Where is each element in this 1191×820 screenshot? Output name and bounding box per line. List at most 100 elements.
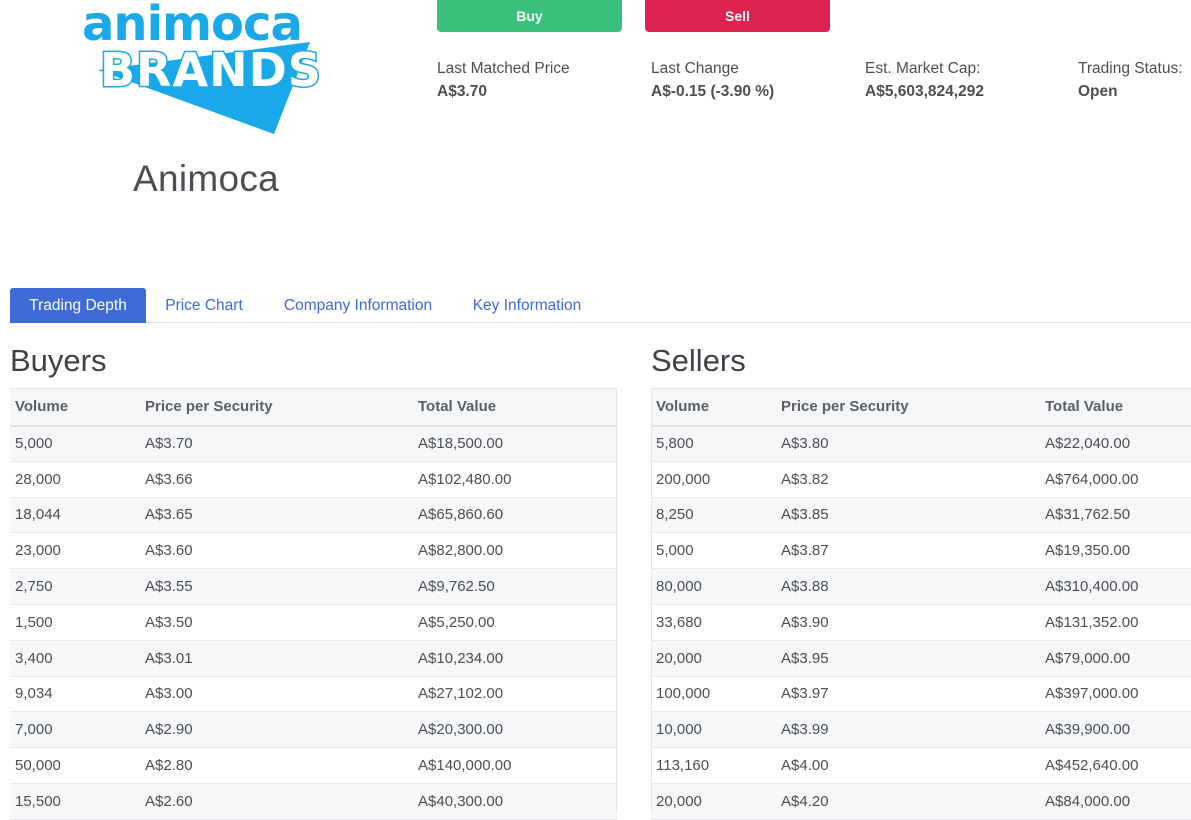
sellers-title: Sellers	[651, 343, 746, 378]
total-value-cell: A$5,250.00	[413, 604, 617, 641]
table-row: 100,000 A$3.97 A$397,000.00	[651, 676, 1191, 713]
stat-market-cap: Est. Market Cap: A$5,603,824,292	[865, 60, 984, 101]
price-cell: A$3.97	[776, 676, 1040, 713]
total-value-cell: A$82,800.00	[413, 532, 617, 570]
table-row: 113,160 A$4.00 A$452,640.00	[651, 747, 1191, 784]
tab-key-information[interactable]: Key Information	[460, 288, 594, 323]
volume-cell: 18,044	[10, 497, 140, 534]
table-row: 80,000 A$3.88 A$310,400.00	[651, 568, 1191, 605]
price-cell: A$3.88	[776, 568, 1040, 605]
price-cell: A$3.50	[140, 604, 413, 641]
tab-company-information[interactable]: Company Information	[268, 288, 448, 323]
table-row: 5,000 A$3.70 A$18,500.00	[10, 425, 617, 462]
price-cell: A$3.95	[776, 640, 1040, 677]
volume-cell: 8,250	[651, 497, 776, 534]
total-value-cell: A$102,480.00	[413, 461, 617, 498]
price-cell: A$3.70	[140, 425, 413, 462]
total-value-cell: A$84,000.00	[1040, 783, 1191, 820]
company-name: Animoca	[132, 158, 280, 199]
buyers-title: Buyers	[10, 343, 107, 378]
price-cell: A$3.99	[776, 711, 1040, 749]
volume-cell: 5,000	[10, 425, 140, 462]
stat-label: Est. Market Cap:	[865, 60, 981, 77]
volume-cell: 200,000	[651, 461, 776, 498]
volume-cell: 113,160	[651, 747, 776, 784]
table-row: 33,680 A$3.90 A$131,352.00	[651, 604, 1191, 641]
table-row: 28,000 A$3.66 A$102,480.00	[10, 461, 617, 498]
table-row: 3,400 A$3.01 A$10,234.00	[10, 640, 617, 677]
table-row: 50,000 A$2.80 A$140,000.00	[10, 747, 617, 784]
table-row: 8,250 A$3.85 A$31,762.50	[651, 497, 1191, 534]
total-value-cell: A$22,040.00	[1040, 425, 1191, 462]
column-header: Total Value	[413, 388, 617, 427]
total-value-cell: A$31,762.50	[1040, 497, 1191, 534]
price-cell: A$3.55	[140, 568, 413, 605]
column-header: Volume	[651, 388, 776, 427]
table-row: 9,034 A$3.00 A$27,102.00	[10, 676, 617, 713]
table-row: 1,500 A$3.50 A$5,250.00	[10, 604, 617, 641]
table-row: 20,000 A$4.20 A$84,000.00	[651, 783, 1191, 820]
volume-cell: 7,000	[10, 711, 140, 749]
table-header-row: Volume Price per Security Total Value	[10, 388, 617, 427]
stat-last-change: Last Change A$-0.15 (-3.90 %)	[651, 60, 774, 101]
table-row: 2,750 A$3.55 A$9,762.50	[10, 568, 617, 605]
stat-label: Last Matched Price	[437, 60, 570, 77]
stat-label: Trading Status:	[1078, 60, 1183, 77]
tab-price-chart[interactable]: Price Chart	[154, 288, 254, 323]
volume-cell: 23,000	[10, 532, 140, 570]
table-row: 20,000 A$3.95 A$79,000.00	[651, 640, 1191, 677]
price-cell: A$3.87	[776, 532, 1040, 570]
total-value-cell: A$397,000.00	[1040, 676, 1191, 713]
total-value-cell: A$452,640.00	[1040, 747, 1191, 784]
company-logo: animoca BRANDS	[78, 0, 338, 142]
divider	[616, 388, 617, 813]
buy-button[interactable]: Buy	[437, 0, 622, 32]
total-value-cell: A$20,300.00	[413, 711, 617, 749]
price-cell: A$2.80	[140, 747, 413, 784]
price-cell: A$3.66	[140, 461, 413, 498]
total-value-cell: A$10,234.00	[413, 640, 617, 677]
price-cell: A$2.90	[140, 711, 413, 749]
column-header: Volume	[10, 388, 140, 427]
table-row: 18,044 A$3.65 A$65,860.60	[10, 497, 617, 534]
total-value-cell: A$131,352.00	[1040, 604, 1191, 641]
stat-value: A$5,603,824,292	[865, 83, 984, 100]
logo-line-2: BRANDS	[100, 43, 322, 97]
stat-value: A$-0.15 (-3.90 %)	[651, 83, 775, 100]
volume-cell: 1,500	[10, 604, 140, 641]
volume-cell: 2,750	[10, 568, 140, 605]
price-cell: A$3.90	[776, 604, 1040, 641]
divider	[651, 388, 652, 813]
volume-cell: 33,680	[651, 604, 776, 641]
total-value-cell: A$9,762.50	[413, 568, 617, 605]
total-value-cell: A$140,000.00	[413, 747, 617, 784]
price-cell: A$3.65	[140, 497, 413, 534]
tab-bar: Trading Depth Price Chart Company Inform…	[10, 288, 1191, 323]
table-row: 15,500 A$2.60 A$40,300.00	[10, 783, 617, 820]
price-cell: A$3.60	[140, 532, 413, 570]
total-value-cell: A$65,860.60	[413, 497, 617, 534]
price-cell: A$3.85	[776, 497, 1040, 534]
volume-cell: 20,000	[651, 783, 776, 820]
total-value-cell: A$40,300.00	[413, 783, 617, 820]
table-row: 7,000 A$2.90 A$20,300.00	[10, 711, 617, 749]
stat-label: Last Change	[651, 60, 739, 77]
animoca-brands-logo: animoca BRANDS	[82, 0, 322, 134]
sell-button[interactable]: Sell	[645, 0, 830, 32]
table-row: 200,000 A$3.82 A$764,000.00	[651, 461, 1191, 498]
volume-cell: 80,000	[651, 568, 776, 605]
price-cell: A$4.00	[776, 747, 1040, 784]
stat-value: Open	[1078, 83, 1118, 100]
total-value-cell: A$39,900.00	[1040, 711, 1191, 749]
stat-last-matched-price: Last Matched Price A$3.70	[437, 60, 570, 101]
volume-cell: 3,400	[10, 640, 140, 677]
column-header: Price per Security	[140, 388, 413, 427]
tab-trading-depth[interactable]: Trading Depth	[10, 288, 146, 323]
volume-cell: 9,034	[10, 676, 140, 713]
table-header-row: Volume Price per Security Total Value	[651, 388, 1191, 427]
price-cell: A$2.60	[140, 783, 413, 820]
volume-cell: 10,000	[651, 711, 776, 749]
volume-cell: 50,000	[10, 747, 140, 784]
stat-trading-status: Trading Status: Open	[1078, 60, 1183, 101]
total-value-cell: A$19,350.00	[1040, 532, 1191, 570]
